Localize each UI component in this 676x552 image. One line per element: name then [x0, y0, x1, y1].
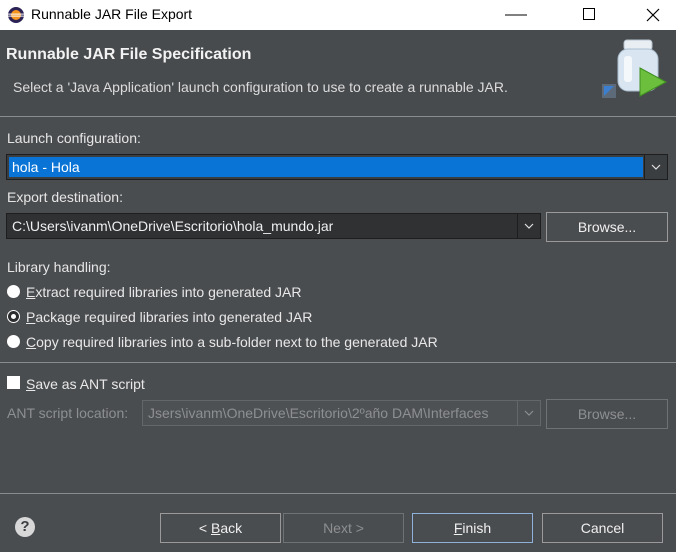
header-separator — [0, 116, 676, 117]
dropdown-arrow[interactable] — [644, 155, 667, 179]
minimize-button[interactable] — [493, 0, 539, 30]
export-browse-label: Browse — [577, 219, 625, 235]
launch-configuration-value: hola - Hola — [12, 159, 80, 175]
ant-browse-button[interactable]: Browse... — [546, 399, 668, 429]
cancel-button[interactable]: Cancel — [542, 513, 663, 543]
ant-script-location-label: ANT script location: — [7, 405, 129, 421]
jar-export-wizard-icon — [602, 39, 668, 98]
chevron-down-icon — [651, 164, 661, 170]
back-button[interactable]: < Back — [160, 513, 281, 543]
selection-highlight — [9, 157, 643, 177]
title-bar: Runnable JAR File Export — [0, 0, 676, 30]
page-title: Runnable JAR File Specification — [6, 46, 252, 63]
export-destination-label: Export destination: — [7, 189, 123, 205]
export-browse-label-ellipsis: ... — [624, 219, 637, 235]
minimize-icon — [505, 14, 527, 16]
radio-copy-label[interactable]: Copy required libraries into a sub-folde… — [26, 334, 438, 350]
launch-configuration-label: Launch configuration: — [7, 130, 141, 146]
ant-script-location-combo[interactable]: Jsers\ivanm\OneDrive\Escritorio\2ºaño DA… — [142, 400, 541, 426]
dropdown-arrow[interactable] — [517, 214, 540, 238]
chevron-down-icon — [524, 410, 534, 416]
maximize-button[interactable] — [566, 0, 612, 30]
launch-configuration-combo[interactable]: hola - Hola — [6, 154, 668, 180]
radio-package-label[interactable]: Package required libraries into generate… — [26, 309, 312, 325]
wizard-header — [0, 30, 676, 116]
next-button[interactable]: Next > — [283, 513, 404, 543]
radio-package-libraries[interactable] — [7, 310, 20, 323]
radio-copy-libraries[interactable] — [7, 335, 20, 348]
radio-extract-label[interactable]: Extract required libraries into generate… — [26, 284, 301, 300]
finish-button[interactable]: Finish — [412, 513, 533, 543]
page-description: Select a 'Java Application' launch confi… — [13, 79, 508, 95]
footer-separator — [0, 493, 676, 494]
eclipse-app-icon — [8, 7, 24, 23]
dropdown-arrow[interactable] — [517, 401, 540, 425]
ant-script-location-value: Jsers\ivanm\OneDrive\Escritorio\2ºaño DA… — [148, 405, 489, 421]
chevron-down-icon — [524, 223, 534, 229]
export-browse-button[interactable]: Browse... — [546, 212, 668, 242]
export-destination-combo[interactable]: C:\Users\ivanm\OneDrive\Escritorio\hola_… — [6, 213, 541, 239]
library-handling-label: Library handling: — [7, 259, 111, 275]
close-icon — [646, 8, 660, 22]
save-ant-script-checkbox[interactable] — [7, 376, 20, 389]
maximize-icon — [583, 8, 595, 20]
window-title: Runnable JAR File Export — [31, 6, 193, 22]
close-button[interactable] — [630, 0, 676, 30]
library-separator — [0, 362, 676, 363]
save-ant-script-label[interactable]: Save as ANT script — [26, 376, 145, 392]
export-destination-value: C:\Users\ivanm\OneDrive\Escritorio\hola_… — [12, 218, 334, 234]
help-icon[interactable]: ? — [15, 517, 35, 537]
radio-extract-libraries[interactable] — [7, 285, 20, 298]
